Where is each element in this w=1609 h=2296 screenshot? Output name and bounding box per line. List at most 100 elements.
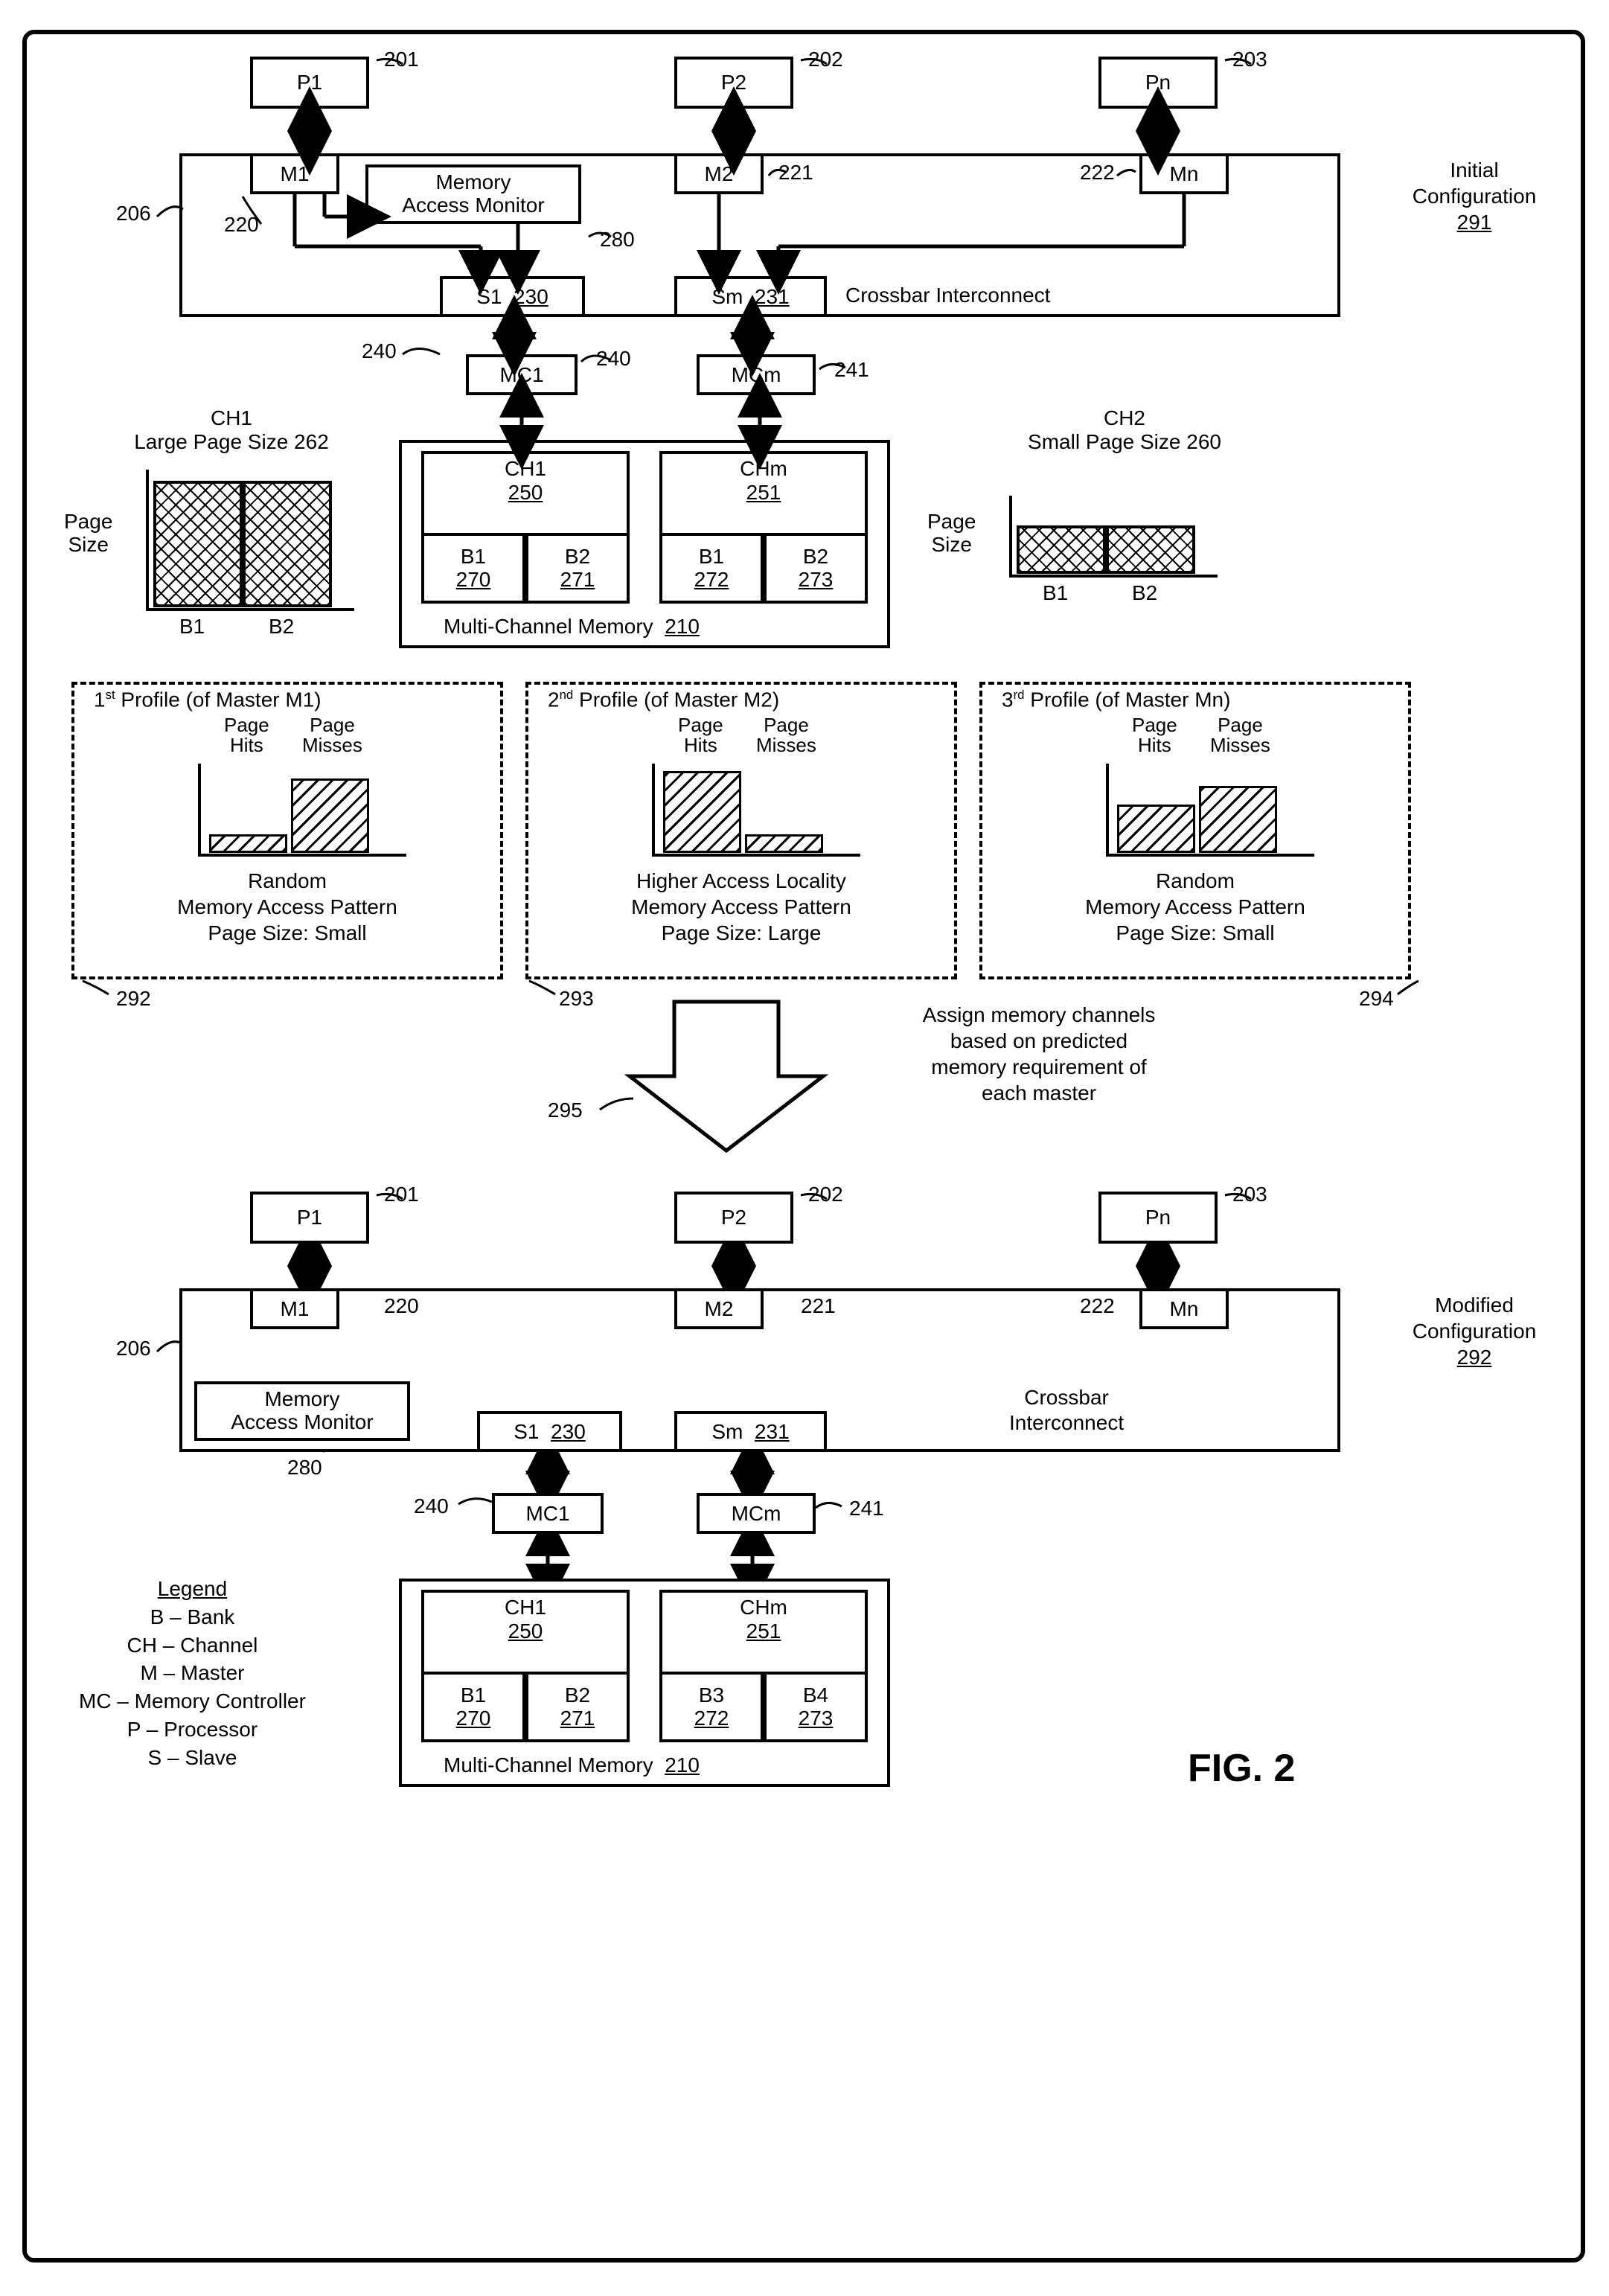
ch1-side-title: CH1 Large Page Size 262 <box>94 406 369 454</box>
p3-desc: Random Memory Access Pattern Page Size: … <box>987 868 1404 946</box>
b4-chm-bot: B4 273 <box>764 1672 868 1742</box>
b2lb: B2 <box>565 1684 590 1707</box>
cbl2a: Crossbar <box>1009 1385 1124 1410</box>
m1b: M1 <box>281 1297 310 1321</box>
p1l2: Memory Access Pattern <box>79 894 496 920</box>
p1-bar-hits <box>209 834 287 853</box>
at2: based on predicted <box>831 1028 1247 1054</box>
b3lb: B3 <box>699 1684 724 1707</box>
p1ts: st <box>106 688 115 702</box>
sm-label: Sm <box>711 285 743 309</box>
p3-bar-miss <box>1199 786 1277 853</box>
master-m2-top: M2 <box>674 153 764 194</box>
profile1-title: 1st Profile (of Master M1) <box>94 688 322 711</box>
b1-chm-top: B1 272 <box>659 533 764 604</box>
ref-206-b: 206 <box>116 1337 151 1360</box>
b2-chm-top: B2 273 <box>764 533 868 604</box>
p3ts: rd <box>1014 688 1025 702</box>
s1-ref: 230 <box>514 285 548 309</box>
ch1-ref: 250 <box>508 481 543 505</box>
mcmtb: Multi-Channel Memory <box>444 1753 653 1777</box>
ch2-side-title: CH2 Small Page Size 260 <box>987 406 1262 454</box>
smrb: 231 <box>755 1420 790 1444</box>
figure-container: P1 P2 Pn 201 202 203 M1 M2 Mn 220 221 22… <box>22 30 1585 2263</box>
p3l1: Random <box>987 868 1404 894</box>
ref-295: 295 <box>548 1099 583 1122</box>
ch1-side-l2: Large Page Size 262 <box>94 430 369 454</box>
ch2-side-l2: Small Page Size 260 <box>987 430 1262 454</box>
p2-head-hits: Page Hits <box>678 715 723 756</box>
p2b: P2 <box>721 1206 746 1229</box>
p2-head-miss: Page Misses <box>756 715 816 756</box>
s1-label: S1 <box>476 285 502 309</box>
master-m1-label: M1 <box>281 162 310 186</box>
ch1-axis2: Size <box>64 534 112 557</box>
ref-220-top: 220 <box>224 213 259 237</box>
processor-pn-label: Pn <box>1145 71 1171 95</box>
initial-ref: 291 <box>1366 209 1582 235</box>
b1rb: 270 <box>456 1707 491 1730</box>
legend-r4: P – Processor <box>79 1715 306 1744</box>
chm-label: CHm <box>740 457 787 481</box>
ch1-b2-x: B2 <box>269 615 294 639</box>
p3l3: Page Size: Small <box>987 920 1404 946</box>
p2-bar-hits <box>663 771 741 853</box>
p2-bar-miss <box>745 834 823 853</box>
legend-r2: M – Master <box>79 1659 306 1687</box>
processor-pn: Pn <box>1098 57 1218 109</box>
ch2-axis2: Size <box>927 534 976 557</box>
processor-p1: P1 <box>250 57 369 109</box>
ref-294-p3: 294 <box>1359 987 1394 1011</box>
mcm-ref: 210 <box>665 615 700 638</box>
p3ta: 3 <box>1002 688 1014 711</box>
mc1-label: MC1 <box>499 363 543 387</box>
ref-221-top: 221 <box>778 161 813 185</box>
legend-r1: CH – Channel <box>79 1631 306 1660</box>
p1ta: 1 <box>94 688 106 711</box>
modified-config-label: Modified Configuration 292 <box>1366 1292 1582 1370</box>
ch2-b2-x: B2 <box>1132 581 1157 605</box>
b1-ch1-top: B1 270 <box>421 533 525 604</box>
p3h1: Page <box>1132 715 1177 735</box>
mamb2: Access Monitor <box>231 1411 373 1434</box>
p1tb: Profile (of Master M1) <box>115 688 322 711</box>
master-m2-label: M2 <box>705 162 734 186</box>
p1h1: Page <box>224 715 269 735</box>
p2tb: Profile (of Master M2) <box>573 688 779 711</box>
legend-block: Legend B – Bank CH – Channel M – Master … <box>79 1575 306 1772</box>
profile2-title: 2nd Profile (of Master M2) <box>548 688 779 711</box>
ch1-axis1: Page <box>64 511 112 534</box>
slave-sm-bot: Sm 231 <box>674 1411 827 1452</box>
mcm-top: MCm <box>697 354 816 395</box>
mnb: Mn <box>1170 1297 1199 1321</box>
modl1: Modified <box>1366 1292 1582 1318</box>
ref-241-b: 241 <box>849 1497 884 1520</box>
ch1lb: CH1 <box>505 1596 546 1619</box>
p2l1: Higher Access Locality <box>533 868 950 894</box>
at3: memory requirement of <box>831 1054 1247 1080</box>
ref-203-b: 203 <box>1232 1183 1267 1206</box>
s1rb: 230 <box>551 1420 586 1444</box>
b1-ch1-bot: B1 270 <box>421 1672 525 1742</box>
mcm-text: Multi-Channel Memory <box>444 615 653 638</box>
ref-280-top: 280 <box>600 228 635 252</box>
ref-240b-top: 240 <box>596 347 631 371</box>
p2ts: nd <box>560 688 574 702</box>
processor-p1-b: P1 <box>250 1192 369 1244</box>
memory-access-monitor-top: Memory Access Monitor <box>365 164 581 224</box>
master-mn-bot: Mn <box>1139 1288 1229 1329</box>
p3-head-hits: Page Hits <box>1132 715 1177 756</box>
b2-ch1-ref: 271 <box>560 569 595 592</box>
ref-292-p1: 292 <box>116 987 151 1011</box>
sm-ref: 231 <box>755 285 790 309</box>
legend-r3: MC – Memory Controller <box>79 1687 306 1715</box>
pnb: Pn <box>1145 1206 1171 1229</box>
b2-ch1-label: B2 <box>565 546 590 569</box>
mcm-bot: MCm <box>697 1493 816 1534</box>
memory-access-monitor-bot: Memory Access Monitor <box>194 1381 410 1441</box>
figure-number: FIG. 2 <box>1188 1746 1295 1791</box>
p3s2: Misses <box>1210 735 1270 755</box>
b3-chm-bot: B3 272 <box>659 1672 764 1742</box>
ref-206-top: 206 <box>116 202 151 226</box>
b4lb: B4 <box>803 1684 828 1707</box>
